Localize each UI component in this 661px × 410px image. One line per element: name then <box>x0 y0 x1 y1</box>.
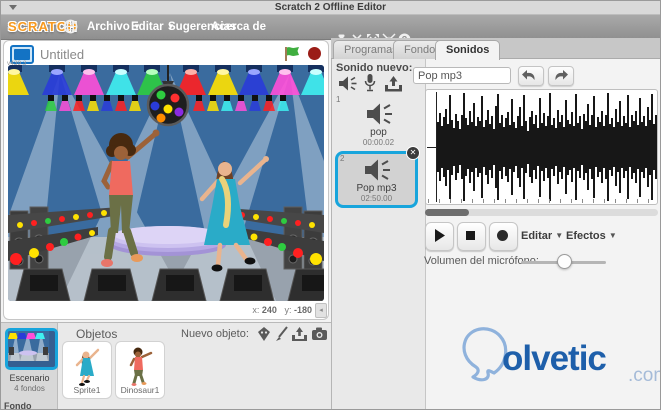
record-button[interactable] <box>489 222 518 251</box>
close-icon[interactable]: ✕ <box>406 146 420 160</box>
waveform-scroll-thumb[interactable] <box>425 209 469 216</box>
mouse-coords: x: 240 y: -180 <box>252 305 312 315</box>
upload-sound-icon[interactable] <box>384 75 403 92</box>
sprite-library-icon[interactable] <box>256 326 272 342</box>
sound-name-input[interactable] <box>413 67 511 84</box>
dinosaur1-thumbnail <box>129 347 153 386</box>
window-title: Scratch 2 Offline Editor <box>274 2 387 13</box>
green-flag-icon[interactable] <box>284 46 301 62</box>
stage-scene[interactable] <box>8 65 324 301</box>
watermark-suffix: .com <box>628 365 660 386</box>
sound-item-pop[interactable]: pop 00:00.02 <box>332 101 425 147</box>
sound-duration: 02:50.00 <box>360 194 393 203</box>
stage-panel: v439.3 Untitled x: 240 y: -180 ◂ <box>3 40 329 320</box>
waveform-zero-line <box>427 147 436 148</box>
app-window: Scratch 2 Offline Editor SCRATCH Archivo… <box>0 0 661 410</box>
edit-dropdown[interactable]: Editar ▼ <box>521 230 563 242</box>
stage-thumbnail-name: Escenario <box>9 373 50 383</box>
camera-icon[interactable] <box>311 326 328 341</box>
sound-name: pop <box>370 127 387 138</box>
sprite1-thumbnail <box>75 348 100 386</box>
effects-dropdown[interactable]: Efectos ▼ <box>566 230 617 242</box>
stage-resize-handle[interactable]: ◂ <box>315 303 327 318</box>
new-sprite-label: Nuevo objeto: <box>181 328 249 340</box>
waveform-scrollbar[interactable] <box>425 209 658 216</box>
language-globe-icon[interactable] <box>63 19 78 34</box>
waveform-display[interactable] <box>425 89 658 205</box>
stage-thumbnail[interactable] <box>5 328 58 370</box>
stop-button[interactable] <box>308 47 321 60</box>
mic-volume-thumb[interactable] <box>557 254 572 269</box>
stage-thumbnail-count: 4 fondos <box>14 384 45 393</box>
tab-strip: Programas Fondos Sonidos <box>331 38 660 60</box>
tab-sonidos[interactable]: Sonidos <box>435 40 501 60</box>
waveform-ticks <box>428 199 656 203</box>
new-backdrop-label: Fondo nuevo: <box>4 401 32 410</box>
speaker-library-icon[interactable] <box>338 75 358 92</box>
solvetic-watermark: olvetic .com <box>456 313 660 408</box>
microphone-record-icon[interactable] <box>364 73 376 93</box>
sound-name: Pop mp3 <box>356 183 397 194</box>
sprite-card-name: Dinosaur1 <box>120 385 160 395</box>
sound-item-index: 2 <box>340 154 345 163</box>
upload-sprite-icon[interactable] <box>291 326 308 342</box>
sprites-panel: Escenario 4 fondos Fondo nuevo: Objetos … <box>1 322 331 410</box>
undo-button[interactable] <box>518 66 544 86</box>
sprite-card-sprite1[interactable]: Sprite1 <box>62 341 112 399</box>
sprite-card-name: Sprite1 <box>73 385 101 395</box>
sounds-column: Sonido nuevo: 1 pop 00:00.02 2 Pop mp3 0… <box>331 59 426 409</box>
os-title-bar: Scratch 2 Offline Editor <box>1 1 660 15</box>
sound-speaker-icon <box>364 159 390 181</box>
menu-acerca-de[interactable]: Acerca de <box>211 21 266 33</box>
stage-coords-row: x: 240 y: -180 ◂ <box>4 301 328 319</box>
play-button[interactable] <box>425 222 454 251</box>
sprites-header: Objetos <box>76 327 118 341</box>
stage-column: Escenario 4 fondos Fondo nuevo: <box>1 323 58 410</box>
menu-bar: SCRATCH Archivo ▼ Editar ▼ Sugerencias A… <box>1 15 660 46</box>
redo-button[interactable] <box>548 66 574 86</box>
sprite-card-dinosaur1[interactable]: Dinosaur1 <box>115 341 165 399</box>
sound-item-pop-mp3[interactable]: 2 Pop mp3 02:50.00 <box>335 151 418 208</box>
waveform-bars <box>437 92 657 202</box>
paintbrush-icon[interactable] <box>275 326 289 342</box>
project-name[interactable]: Untitled <box>40 47 84 62</box>
watermark-text: olvetic <box>502 339 607 378</box>
stop-sound-button[interactable] <box>457 222 486 251</box>
sound-speaker-icon <box>366 103 392 125</box>
